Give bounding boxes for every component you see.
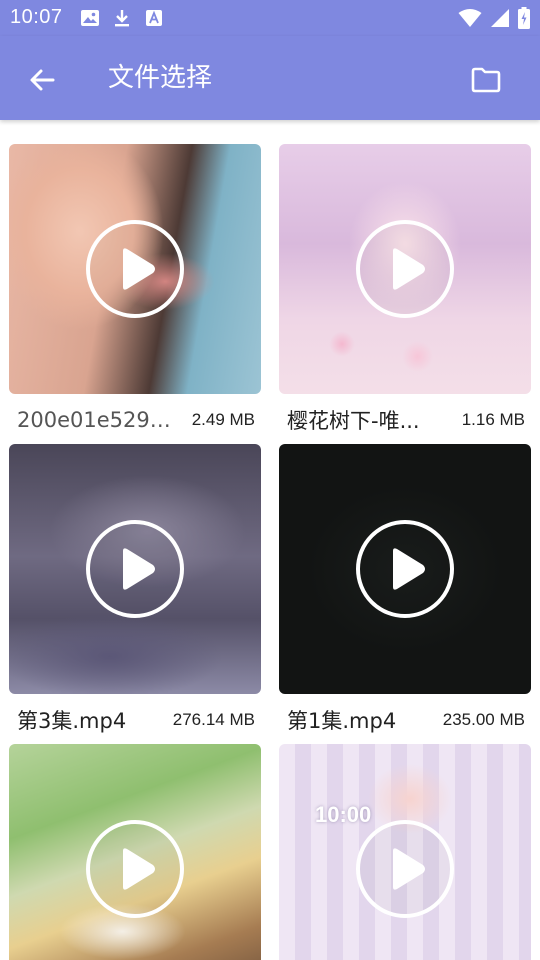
file-caption: 樱花树下-唯... 1.16 MB: [287, 406, 525, 434]
file-caption: 第1集.mp4 235.00 MB: [287, 706, 525, 734]
file-name: 樱花树下-唯...: [287, 409, 420, 433]
file-card[interactable]: [9, 744, 261, 960]
status-notification-icons: [80, 8, 164, 32]
status-time: 10:07: [10, 6, 63, 28]
file-caption: 第3集.mp4 276.14 MB: [17, 706, 255, 734]
back-button[interactable]: [22, 60, 62, 100]
video-thumbnail: [9, 444, 261, 694]
app-bar: 文件选择: [0, 36, 540, 120]
wifi-icon: [458, 8, 482, 32]
file-name: 200e01e5297...: [17, 408, 177, 432]
file-size: 2.49 MB: [191, 410, 255, 429]
file-size: 276.14 MB: [172, 710, 255, 729]
folder-icon: [471, 67, 501, 93]
file-size: 1.16 MB: [461, 410, 525, 429]
battery-icon: [518, 7, 530, 33]
page-title: 文件选择: [108, 63, 213, 93]
file-card[interactable]: 樱花树下-唯... 1.16 MB: [279, 144, 531, 433]
file-grid: 200e01e5297... 2.49 MB 樱花树下-唯... 1.16 MB…: [0, 120, 540, 960]
video-thumbnail: 10:00: [279, 744, 531, 960]
video-thumbnail: [9, 744, 261, 960]
play-icon: [86, 220, 184, 318]
open-folder-button[interactable]: [466, 60, 506, 100]
status-system-icons: [458, 7, 530, 33]
play-icon: [356, 220, 454, 318]
video-thumbnail: [279, 444, 531, 694]
file-card[interactable]: 10:00: [279, 744, 531, 960]
file-name: 第1集.mp4: [287, 709, 397, 733]
video-thumbnail: [279, 144, 531, 394]
play-icon: [86, 520, 184, 618]
signal-icon: [490, 8, 510, 32]
file-name: 第3集.mp4: [17, 709, 127, 733]
play-icon: [356, 820, 454, 918]
play-icon: [86, 820, 184, 918]
video-thumbnail: [9, 144, 261, 394]
file-card[interactable]: 第1集.mp4 235.00 MB: [279, 444, 531, 733]
text-a-icon: [144, 8, 164, 32]
file-caption: 200e01e5297... 2.49 MB: [17, 406, 255, 434]
file-card[interactable]: 第3集.mp4 276.14 MB: [9, 444, 261, 733]
file-size: 235.00 MB: [442, 710, 525, 729]
status-bar: 10:07: [0, 0, 540, 36]
file-card[interactable]: 200e01e5297... 2.49 MB: [9, 144, 261, 432]
arrow-left-icon: [30, 69, 55, 91]
image-icon: [80, 8, 100, 32]
download-icon: [112, 8, 132, 32]
play-icon: [356, 520, 454, 618]
